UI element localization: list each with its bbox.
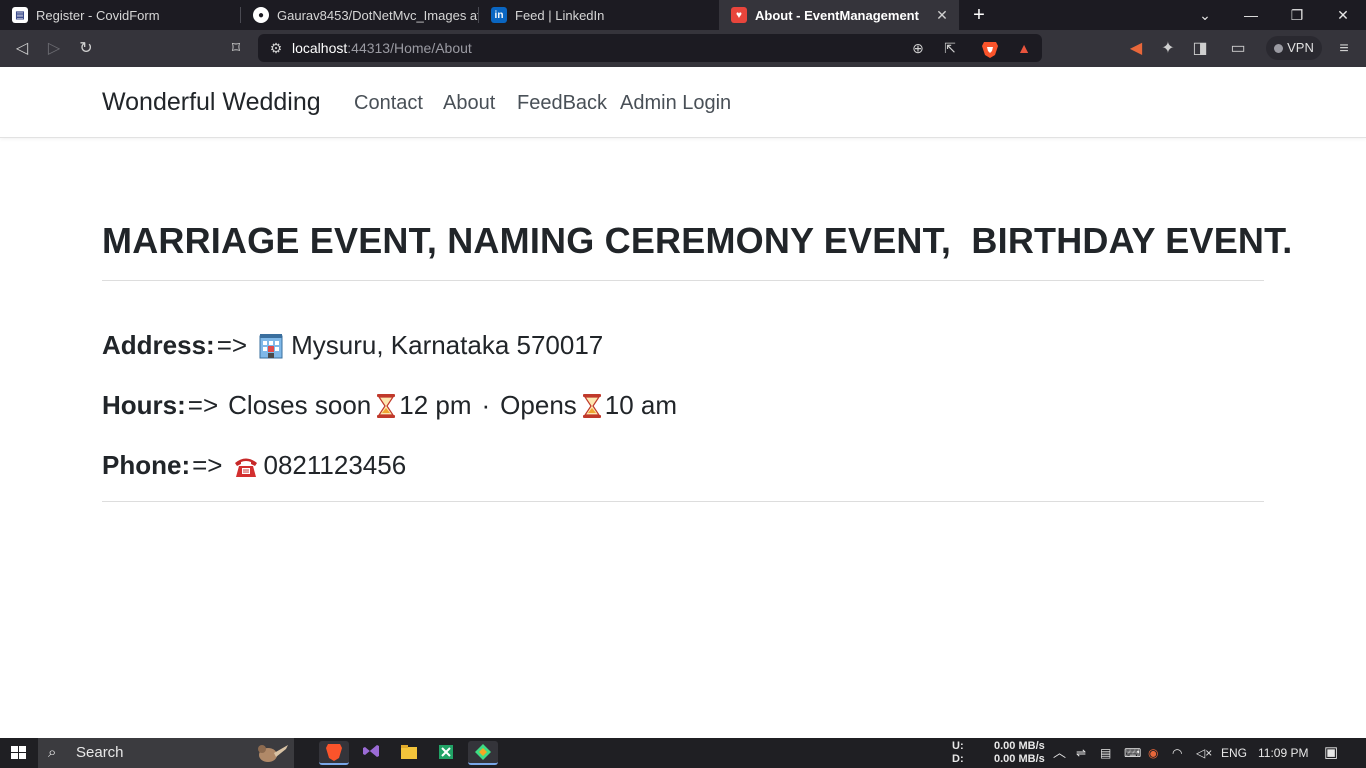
search-highlight-bird-icon [258, 745, 288, 762]
telephone-icon [235, 458, 258, 477]
site-navbar: Wonderful Wedding Contact About FeedBack… [0, 67, 1366, 138]
phone-label: Phone: [102, 450, 191, 480]
download-label: D: [952, 753, 964, 765]
language-indicator[interactable]: ENG [1221, 738, 1247, 768]
restore-window-icon[interactable]: ❐ [1274, 0, 1320, 30]
windows-taskbar: ⌕ Search U: D: 0.00 MB/s 0.00 MB/s ︿ ⇌ ▤… [0, 738, 1366, 768]
hours-close-time: 12 pm [399, 390, 472, 420]
taskbar-search-box[interactable]: ⌕ Search [38, 738, 294, 768]
heart-favicon-icon: ♥ [731, 7, 747, 23]
brave-rewards-icon[interactable]: ▲ [1014, 38, 1034, 58]
hotel-building-icon [259, 333, 283, 358]
phone-value: 0821123456 [263, 450, 407, 480]
bookmark-icon[interactable]: ⌑ [224, 37, 248, 61]
tab-register-covidform[interactable]: ▤ Register - CovidForm [0, 0, 240, 30]
tab-about-eventmanagement[interactable]: ♥ About - EventManagement ✕ [719, 0, 959, 30]
vpn-status-icon [1274, 44, 1284, 53]
page-heading: MARRIAGE EVENT, NAMING CEREMONY EVENT, B… [102, 220, 1293, 261]
close-tab-icon[interactable]: ✕ [933, 6, 951, 24]
url-text[interactable]: localhost:44313/Home/About [292, 40, 472, 56]
notifications-icon[interactable]: ▣ [1324, 738, 1338, 768]
visual-studio-taskbar-icon[interactable] [357, 741, 387, 765]
address-value: Mysuru, Karnataka 570017 [291, 330, 604, 360]
hours-label: Hours: [102, 390, 186, 420]
drive-icon[interactable]: ▤ [1100, 738, 1111, 768]
nav-contact[interactable]: Contact [354, 92, 423, 115]
clock-time[interactable]: 11:09 PM [1258, 738, 1308, 768]
hours-separator: · [481, 390, 491, 420]
windows-start-icon[interactable] [0, 738, 38, 768]
hourglass-icon [377, 393, 396, 418]
wifi-icon[interactable]: ◠ [1172, 738, 1182, 768]
search-label: Search [76, 744, 124, 761]
extensions-icon[interactable]: ✦ [1156, 37, 1180, 61]
sheets-app-taskbar-icon[interactable] [431, 741, 461, 765]
address-line: Address: => Mysuru, Karnataka 570017 [102, 330, 603, 361]
forward-arrow-icon[interactable]: ▷ [42, 37, 66, 61]
linkedin-favicon-icon: in [491, 7, 507, 23]
search-icon: ⌕ [48, 744, 57, 761]
tab-title: Feed | LinkedIn [515, 7, 605, 23]
hourglass-icon [582, 393, 601, 418]
divider [102, 501, 1264, 502]
arrow-text: => [216, 330, 248, 360]
github-favicon-icon: ● [253, 7, 269, 23]
tab-title: Register - CovidForm [36, 7, 160, 23]
network-share-icon[interactable]: ⇌ [1076, 738, 1086, 768]
tab-title: Gaurav8453/DotNetMvc_Images at ma [277, 7, 478, 23]
document-favicon-icon: ▤ [12, 7, 28, 23]
arrow-text: => [187, 390, 219, 420]
hours-closes-text: Closes soon [228, 390, 372, 420]
volume-muted-icon[interactable]: ◁× [1196, 738, 1212, 768]
brave-taskbar-icon[interactable] [319, 741, 349, 765]
download-speed: 0.00 MB/s [994, 753, 1045, 765]
phone-line: Phone: => 0821123456 [102, 450, 406, 481]
git-app-taskbar-icon[interactable] [468, 741, 498, 765]
nav-feedback[interactable]: FeedBack [517, 92, 607, 115]
hours-open-time: 10 am [604, 390, 678, 420]
speaker-icon[interactable]: ◀ [1124, 37, 1148, 61]
file-explorer-taskbar-icon[interactable] [394, 741, 424, 765]
url-host: localhost [292, 40, 348, 56]
address-label: Address: [102, 330, 215, 360]
upload-speed: 0.00 MB/s [994, 740, 1045, 752]
sidebar-icon[interactable]: ◨ [1188, 37, 1212, 61]
tab-linkedin[interactable]: in Feed | LinkedIn [479, 0, 719, 30]
tab-github[interactable]: ● Gaurav8453/DotNetMvc_Images at ma [241, 0, 478, 30]
share-icon[interactable]: ⇱ [940, 38, 960, 58]
address-bar[interactable]: ⚙ localhost:44313/Home/About ⊕ ⇱ ▲ [258, 34, 1042, 62]
network-speed-widget: U: D: 0.00 MB/s 0.00 MB/s [952, 740, 1045, 766]
nav-about[interactable]: About [443, 92, 495, 115]
nav-admin-login[interactable]: Admin Login [620, 92, 731, 115]
hours-opens-text: Opens [500, 390, 577, 420]
browser-tab-strip: ▤ Register - CovidForm ● Gaurav8453/DotN… [0, 0, 1366, 30]
vpn-button[interactable]: VPN [1266, 36, 1322, 60]
wallet-icon[interactable]: ▭ [1226, 37, 1250, 61]
brave-shields-icon[interactable] [980, 39, 1000, 59]
reload-icon[interactable]: ↻ [74, 37, 98, 61]
close-window-icon[interactable]: ✕ [1320, 0, 1366, 30]
tray-chevron-up-icon[interactable]: ︿ [1053, 738, 1066, 768]
input-method-icon[interactable]: ⌨ [1124, 738, 1141, 768]
minimize-window-icon[interactable]: — [1228, 0, 1274, 30]
menu-icon[interactable]: ≡ [1332, 37, 1356, 61]
tab-search-chevron-icon[interactable]: ⌄ [1182, 0, 1228, 30]
back-arrow-icon[interactable]: ◁ [10, 37, 34, 61]
vpn-label: VPN [1287, 40, 1314, 55]
site-brand[interactable]: Wonderful Wedding [102, 88, 321, 117]
hours-line: Hours: => Closes soon 12 pm · Opens 10 a… [102, 390, 677, 421]
upload-label: U: [952, 740, 964, 752]
tab-title: About - EventManagement [755, 7, 919, 23]
new-tab-button[interactable]: + [959, 0, 999, 30]
url-path: :44313/Home/About [347, 40, 472, 56]
zoom-icon[interactable]: ⊕ [908, 38, 928, 58]
chrome-tray-icon[interactable]: ◉ [1148, 738, 1158, 768]
divider [102, 280, 1264, 281]
arrow-text: => [192, 450, 223, 480]
site-info-icon[interactable]: ⚙ [266, 38, 286, 58]
